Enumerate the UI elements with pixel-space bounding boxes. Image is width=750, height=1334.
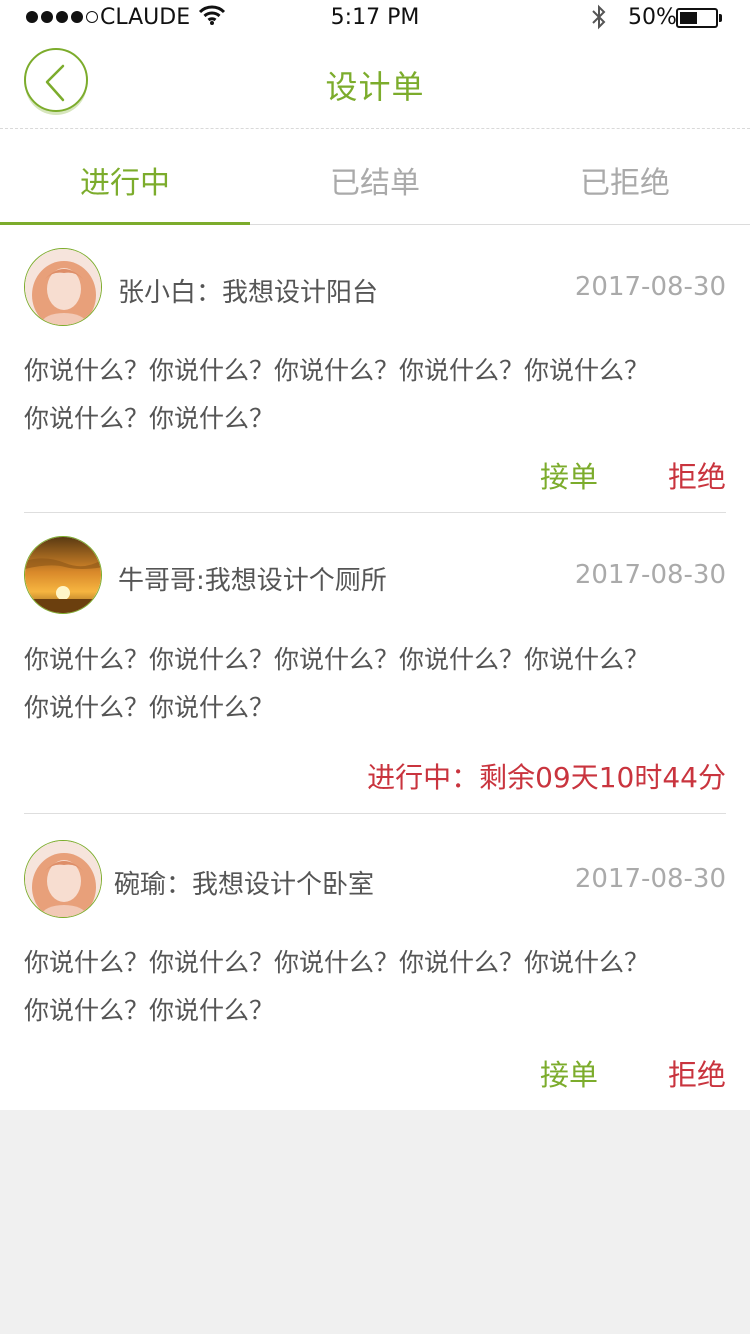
tab-rejected[interactable]: 已拒绝	[500, 158, 750, 202]
message-line: 你说什么？你说什么？你说什么？你说什么？你说什么？	[24, 948, 650, 977]
order-message: 你说什么？你说什么？你说什么？你说什么？你说什么？ 你说什么？你说什么？	[24, 939, 726, 1035]
order-message: 你说什么？你说什么？你说什么？你说什么？你说什么？ 你说什么？你说什么？	[24, 636, 726, 732]
remaining-time-status: 进行中：剩余09天10时44分	[367, 761, 726, 794]
status-bar: CLAUDE 5:17 PM 50%	[0, 0, 750, 36]
message-line: 你说什么？你说什么？你说什么？你说什么？你说什么？	[24, 645, 650, 674]
order-message: 你说什么？你说什么？你说什么？你说什么？你说什么？ 你说什么？你说什么？	[24, 347, 726, 443]
order-card[interactable]: 牛哥哥:我想设计个厕所 2017-08-30 你说什么？你说什么？你说什么？你说…	[24, 536, 726, 796]
content-panel: CLAUDE 5:17 PM 50% 设计单 进行中 已结单 已拒绝 张小白：我…	[0, 0, 750, 1110]
order-request: 我想设计阳台	[222, 278, 379, 308]
message-line: 你说什么？你说什么？	[24, 404, 275, 433]
bluetooth-icon	[590, 4, 608, 36]
order-request: 我想设计个厕所	[204, 566, 387, 596]
customer-name: 碗瑜：	[114, 870, 193, 900]
order-title: 张小白：我想设计阳台	[118, 272, 378, 309]
accept-button[interactable]: 接单	[540, 1052, 598, 1094]
message-line: 你说什么？你说什么？你说什么？你说什么？你说什么？	[24, 356, 650, 385]
message-line: 你说什么？你说什么？	[24, 996, 275, 1025]
avatar	[24, 536, 102, 614]
page-title: 设计单	[325, 68, 425, 106]
order-card[interactable]: 碗瑜：我想设计个卧室 2017-08-30 你说什么？你说什么？你说什么？你说什…	[24, 840, 726, 1092]
divider	[24, 512, 726, 513]
battery-percent: 50%	[628, 5, 677, 30]
active-tab-indicator	[0, 222, 250, 225]
avatar	[24, 840, 102, 918]
avatar	[24, 248, 102, 326]
message-line: 你说什么？你说什么？	[24, 693, 275, 722]
order-date: 2017-08-30	[574, 864, 726, 894]
tab-bar: 进行中 已结单 已拒绝	[0, 130, 750, 225]
order-title: 牛哥哥:我想设计个厕所	[118, 560, 387, 597]
divider	[24, 813, 726, 814]
nav-divider	[0, 128, 750, 129]
order-request: 我想设计个卧室	[192, 870, 375, 900]
order-card[interactable]: 张小白：我想设计阳台 2017-08-30 你说什么？你说什么？你说什么？你说什…	[24, 248, 726, 498]
order-date: 2017-08-30	[574, 272, 726, 302]
accept-button[interactable]: 接单	[540, 454, 598, 496]
screen: CLAUDE 5:17 PM 50% 设计单 进行中 已结单 已拒绝 张小白：我…	[0, 0, 750, 1334]
tab-in-progress[interactable]: 进行中	[0, 158, 250, 202]
customer-name: 牛哥哥:	[118, 566, 205, 596]
battery-level	[680, 12, 697, 24]
reject-button[interactable]: 拒绝	[668, 454, 726, 496]
order-title: 碗瑜：我想设计个卧室	[114, 864, 374, 901]
tab-completed[interactable]: 已结单	[250, 158, 500, 202]
customer-name: 张小白：	[118, 278, 223, 308]
reject-button[interactable]: 拒绝	[668, 1052, 726, 1094]
battery-icon	[676, 8, 718, 28]
order-date: 2017-08-30	[574, 560, 726, 590]
battery-nub	[719, 14, 722, 22]
